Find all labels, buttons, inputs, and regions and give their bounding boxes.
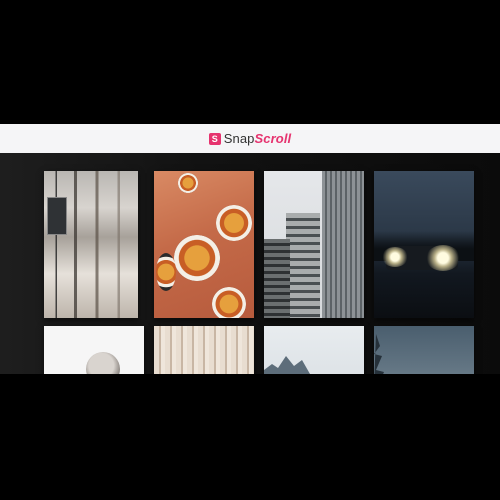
bowl-shape <box>212 287 246 318</box>
gallery-image-texture[interactable] <box>154 326 254 374</box>
bowl-shape <box>216 205 252 241</box>
gallery-image-building[interactable] <box>44 171 138 318</box>
window-shape <box>47 197 67 235</box>
gallery-image-food[interactable] <box>154 171 254 318</box>
gallery-image-night-car[interactable] <box>374 171 474 318</box>
gallery-image-portrait[interactable] <box>44 326 144 374</box>
headlight-shape <box>426 245 460 271</box>
logo-text-scroll: Scroll <box>254 131 292 146</box>
gallery-grid <box>0 153 500 374</box>
app-viewport: S SnapScroll <box>0 124 500 374</box>
gallery-image-skyscrapers[interactable] <box>264 171 364 318</box>
tree-shape <box>374 334 384 374</box>
building-shape <box>322 171 364 318</box>
building-shape <box>286 213 320 318</box>
top-bar: S SnapScroll <box>0 124 500 153</box>
building-shape <box>264 239 290 318</box>
headlight-shape <box>382 247 408 267</box>
gallery-image-misty[interactable] <box>374 326 474 374</box>
logo-text-snap: Snap <box>223 131 255 146</box>
app-logo[interactable]: S SnapScroll <box>208 131 292 146</box>
bowl-shape <box>156 253 176 291</box>
head-shape <box>86 352 120 374</box>
mountain-shape <box>264 356 310 374</box>
logo-badge-icon: S <box>208 132 221 145</box>
gallery-image-mountains[interactable] <box>264 326 364 374</box>
logo-text: SnapScroll <box>224 131 292 146</box>
bowl-shape <box>174 235 220 281</box>
bowl-shape <box>178 173 198 193</box>
